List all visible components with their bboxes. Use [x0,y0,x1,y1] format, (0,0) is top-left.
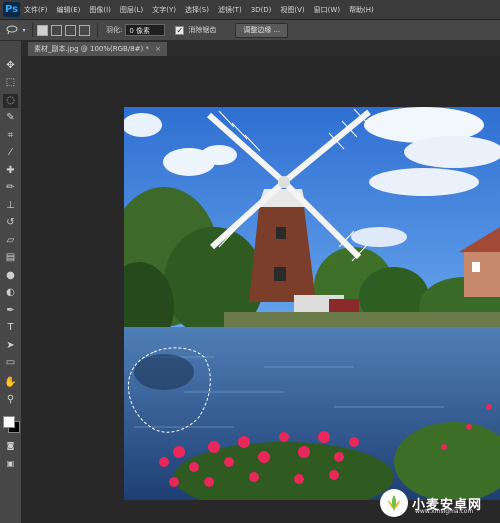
menu-window[interactable]: 窗口(W) [314,5,340,15]
watermark-url: www.xmsigma.com [415,508,474,515]
brush-tool-icon[interactable]: ✏ [3,181,18,195]
clone-stamp-icon[interactable]: ⊥ [3,199,18,213]
antialias-label: 消除锯齿 [188,26,217,34]
move-tool-icon[interactable]: ✥ [3,59,18,73]
menu-image[interactable]: 图像(I) [89,5,111,15]
menu-bar: Ps 文件(F) 编辑(E) 图像(I) 图层(L) 文字(Y) 选择(S) 滤… [0,0,500,20]
menu-select[interactable]: 选择(S) [185,5,209,15]
gradient-tool-icon[interactable]: ▤ [3,251,18,265]
quick-mask-icon[interactable]: ◙ [3,439,18,453]
document-tab-bar: 素材_副本.jpg @ 100%(RGB/8#) * × [21,41,500,56]
quick-select-tool-icon[interactable]: ✎ [3,111,18,125]
healing-brush-icon[interactable]: ✚ [3,164,18,178]
zoom-tool-icon[interactable]: ⚲ [3,393,18,407]
marquee-tool-icon[interactable]: ⬚ [3,76,18,90]
screen-mode-icon[interactable]: ▣ [3,457,18,471]
menu-edit[interactable]: 编辑(E) [57,5,81,15]
intersect-selection-icon[interactable] [79,24,90,36]
lasso-tool-icon[interactable]: ◌ [3,94,18,108]
foreground-color-swatch[interactable] [3,416,15,428]
path-select-icon[interactable]: ➤ [3,339,18,353]
history-brush-icon[interactable]: ↺ [3,216,18,230]
divider [32,23,33,37]
options-bar: ▾ 羽化: 0 像素 ✓ 消除锯齿 调整边缘 ... [0,20,500,41]
refine-edge-button[interactable]: 调整边缘 ... [235,22,289,38]
document-tab[interactable]: 素材_副本.jpg @ 100%(RGB/8#) * × [28,42,167,56]
type-tool-icon[interactable]: T [3,321,18,335]
subtract-selection-icon[interactable] [65,24,76,36]
add-to-selection-icon[interactable] [51,24,62,36]
menu-layer[interactable]: 图层(L) [120,5,143,15]
windmill-photo [124,107,500,500]
menu-type[interactable]: 文字(Y) [152,5,176,15]
document-tab-title: 素材_副本.jpg @ 100%(RGB/8#) * [34,45,149,53]
antialias-checkbox[interactable]: ✓ [175,25,185,35]
photoshop-logo: Ps [3,2,20,17]
pen-tool-icon[interactable]: ✒ [3,304,18,318]
dodge-tool-icon[interactable]: ◐ [3,286,18,300]
eraser-tool-icon[interactable]: ▱ [3,234,18,248]
shape-tool-icon[interactable]: ▭ [3,356,18,370]
feather-label: 羽化: [106,26,123,34]
watermark-logo-icon [380,489,408,517]
eyedropper-tool-icon[interactable]: ⁄ [3,146,18,160]
feather-input[interactable]: 0 像素 [125,24,166,36]
blur-tool-icon[interactable]: ● [3,269,18,283]
new-selection-icon[interactable] [37,24,48,36]
divider [97,23,98,37]
site-watermark: 小麦安卓网 [380,483,500,523]
crop-tool-icon[interactable]: ⌗ [3,129,18,143]
tool-preset-chevron-icon[interactable]: ▾ [20,23,28,37]
menu-file[interactable]: 文件(F) [24,5,48,15]
menu-view[interactable]: 视图(V) [280,5,304,15]
menu-filter[interactable]: 滤镜(T) [218,5,242,15]
lasso-icon[interactable] [4,23,20,37]
document-image[interactable] [124,107,500,500]
tools-panel: ✥ ⬚ ◌ ✎ ⌗ ⁄ ✚ ✏ ⊥ ↺ ▱ ▤ ● ◐ ✒ T ➤ ▭ ✋ ⚲ … [0,41,22,523]
menu-3d[interactable]: 3D(D) [251,6,272,14]
hand-tool-icon[interactable]: ✋ [3,376,18,390]
close-icon[interactable]: × [155,45,161,53]
menu-help[interactable]: 帮助(H) [349,5,374,15]
